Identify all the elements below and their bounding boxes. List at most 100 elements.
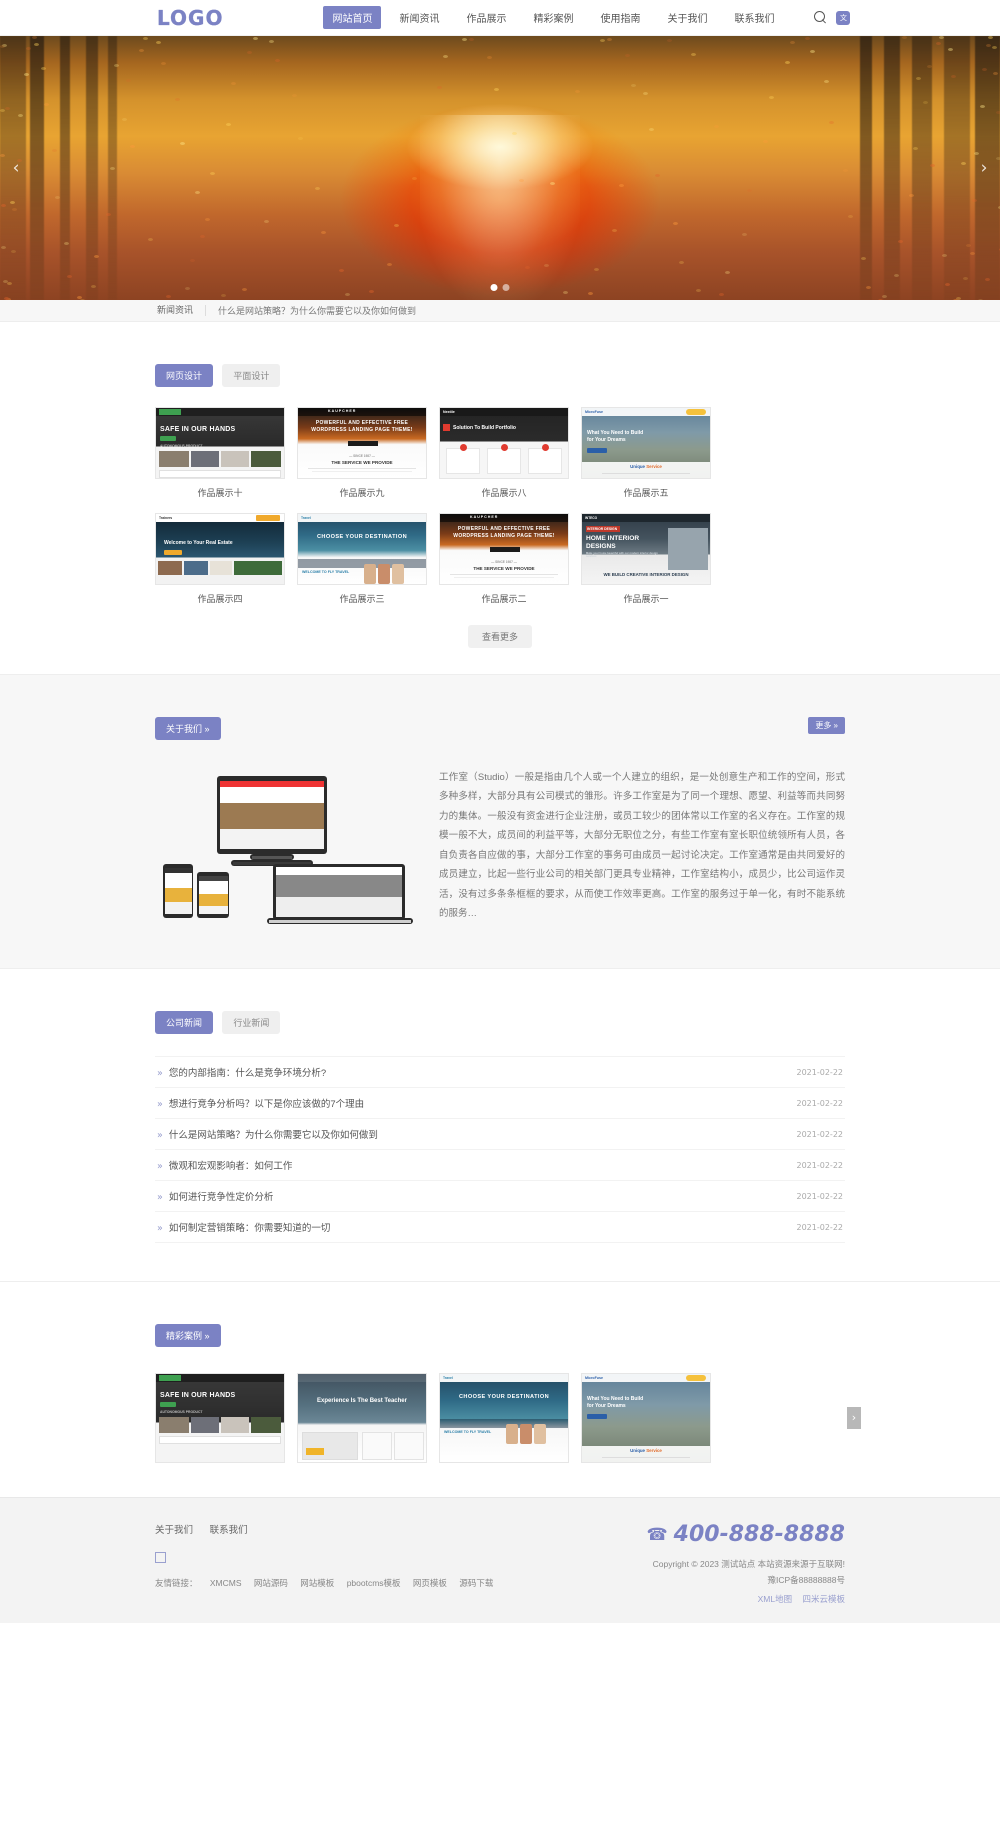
portfolio-caption: 作品展示二 bbox=[481, 594, 527, 604]
news-item-title[interactable]: » 什么是网站策略？为什么你需要它以及你如何做到 bbox=[157, 1127, 378, 1141]
hero-next-arrow[interactable]: › bbox=[974, 153, 994, 183]
ticker-headline-link[interactable]: 什么是网站策略？为什么你需要它以及你如何做到 bbox=[218, 304, 416, 317]
friend-link-5[interactable]: 源码下载 bbox=[459, 1578, 493, 1588]
portfolio-caption: 作品展示一 bbox=[623, 594, 669, 604]
nav-item-news[interactable]: 新闻资讯 bbox=[390, 6, 448, 29]
laptop-base bbox=[267, 918, 413, 924]
tab-company-news[interactable]: 公司新闻 bbox=[155, 1011, 214, 1034]
nav-item-about[interactable]: 关于我们 bbox=[658, 6, 716, 29]
news-list: » 您的内部指南：什么是竞争环境分析? 2021-02-22» 想进行竞争分析吗？以… bbox=[155, 1056, 845, 1243]
portfolio-thumbnail[interactable]: SAFE IN OUR HANDS AUTONOMOUS PRODUCT bbox=[155, 407, 285, 479]
friend-link-3[interactable]: pbootcms模板 bbox=[347, 1578, 401, 1588]
news-item-date: 2021-02-22 bbox=[796, 1191, 844, 1201]
portfolio-caption: 作品展示八 bbox=[481, 488, 527, 498]
hero-slider[interactable]: ‹ › bbox=[0, 36, 1000, 300]
portfolio-card[interactable]: INTECO INTERIOR DESIGN HOME INTERIOR DES… bbox=[581, 513, 711, 619]
news-item-title[interactable]: » 您的内部指南：什么是竞争环境分析? bbox=[157, 1065, 326, 1079]
footer-link-template-vendor[interactable]: 四米云模板 bbox=[802, 1594, 845, 1604]
news-item-title[interactable]: » 想进行竞争分析吗？以下是你应该做的7个理由 bbox=[157, 1096, 364, 1110]
hero-prev-arrow[interactable]: ‹ bbox=[6, 153, 26, 183]
friend-links-label: 友情链接： bbox=[155, 1578, 198, 1588]
about-paragraph: 工作室（Studio）一般是指由几个人或一个人建立的组织，是一处创意生产和工作的… bbox=[439, 772, 845, 920]
footer-phone-number: 400-888-8888 bbox=[673, 1522, 845, 1547]
friend-link-0[interactable]: XMCMS bbox=[210, 1578, 242, 1588]
portfolio-thumbnail[interactable]: KAUPCHER POWERFUL AND EFFECTIVE FREE WOR… bbox=[297, 407, 427, 479]
cases-section: 精彩案例 » SAFE IN OUR HANDS AUTONOMOUS PROD… bbox=[0, 1281, 1000, 1497]
news-item-title[interactable]: » 微观和宏观影响者：如何工作 bbox=[157, 1158, 292, 1172]
news-item-title[interactable]: » 如何制定营销策略：你需要知道的一切 bbox=[157, 1220, 330, 1234]
case-card[interactable]: SAFE IN OUR HANDS AUTONOMOUS PRODUCT bbox=[155, 1373, 285, 1463]
tab-graphic-design[interactable]: 平面设计 bbox=[222, 364, 281, 387]
cases-next-arrow[interactable]: › bbox=[847, 1407, 861, 1429]
bullet-icon: » bbox=[157, 1099, 163, 1110]
friend-link-1[interactable]: 网站源码 bbox=[254, 1578, 288, 1588]
bullet-icon: » bbox=[157, 1192, 163, 1203]
bullet-icon: » bbox=[157, 1068, 163, 1079]
news-list-item[interactable]: » 什么是网站策略？为什么你需要它以及你如何做到 2021-02-22 bbox=[155, 1119, 845, 1150]
hero-dot-1[interactable] bbox=[490, 284, 498, 291]
about-devices-image bbox=[155, 768, 413, 928]
language-badge[interactable]: 文 bbox=[836, 10, 851, 25]
footer-copyright: Copyright © 2023 测试站点 本站资源来源于互联网! 豫ICP备8… bbox=[646, 1556, 845, 1588]
search-icon[interactable] bbox=[814, 11, 827, 24]
portfolio-card[interactable]: Travel CHOOSE YOUR DESTINATION WELCOME T… bbox=[297, 513, 427, 619]
friend-link-2[interactable]: 网站模板 bbox=[300, 1578, 334, 1588]
bullet-icon: » bbox=[157, 1161, 163, 1172]
footer-link-about[interactable]: 关于我们 bbox=[155, 1525, 193, 1536]
footer-link-contact[interactable]: 联系我们 bbox=[210, 1525, 248, 1536]
portfolio-thumbnail[interactable]: Trainers Welcome to Your Real Estate bbox=[155, 513, 285, 585]
laptop-mock bbox=[273, 864, 405, 920]
portfolio-thumbnail[interactable]: Travel CHOOSE YOUR DESTINATION WELCOME T… bbox=[297, 513, 427, 585]
case-card[interactable]: Travel CHOOSE YOUR DESTINATION WELCOME T… bbox=[439, 1373, 569, 1463]
tablet-mock bbox=[197, 872, 229, 918]
icp-text[interactable]: 豫ICP备88888888号 bbox=[768, 1575, 846, 1585]
nav-item-portfolio[interactable]: 作品展示 bbox=[457, 6, 515, 29]
portfolio-thumbnail[interactable]: Nextile Solution To Build Portfolio bbox=[439, 407, 569, 479]
portfolio-card[interactable]: MicroFuse What You Need to Build for You… bbox=[581, 407, 711, 513]
copyright-text: Copyright © 2023 测试站点 本站资源来源于互联网! bbox=[652, 1559, 845, 1569]
qr-code-icon bbox=[155, 1552, 166, 1563]
about-more-link[interactable]: 更多 » bbox=[808, 717, 845, 734]
nav-item-cases[interactable]: 精彩案例 bbox=[524, 6, 582, 29]
cases-title-pill[interactable]: 精彩案例 » bbox=[155, 1324, 221, 1347]
portfolio-card[interactable]: Nextile Solution To Build Portfolio 作品展示… bbox=[439, 407, 569, 513]
news-item-date: 2021-02-22 bbox=[796, 1067, 844, 1077]
news-list-item[interactable]: » 如何进行竞争性定价分析 2021-02-22 bbox=[155, 1181, 845, 1212]
portfolio-caption: 作品展示九 bbox=[339, 488, 385, 498]
news-list-item[interactable]: » 您的内部指南：什么是竞争环境分析? 2021-02-22 bbox=[155, 1056, 845, 1088]
portfolio-view-more-wrap: 查看更多 bbox=[155, 625, 845, 648]
portfolio-grid: SAFE IN OUR HANDS AUTONOMOUS PRODUCT 作品展… bbox=[155, 407, 845, 619]
portfolio-caption: 作品展示十 bbox=[197, 488, 243, 498]
hero-pagination-dots bbox=[490, 284, 510, 291]
portfolio-caption: 作品展示四 bbox=[197, 594, 243, 604]
about-title-pill[interactable]: 关于我们 » bbox=[155, 717, 221, 740]
bullet-icon: » bbox=[157, 1130, 163, 1141]
footer-link-xml-sitemap[interactable]: XML地图 bbox=[758, 1594, 792, 1604]
news-item-title[interactable]: » 如何进行竞争性定价分析 bbox=[157, 1189, 273, 1203]
view-more-button[interactable]: 查看更多 bbox=[467, 625, 532, 648]
tab-industry-news[interactable]: 行业新闻 bbox=[222, 1011, 281, 1034]
portfolio-card[interactable]: KAUPCHER POWERFUL AND EFFECTIVE FREE WOR… bbox=[297, 407, 427, 513]
portfolio-card[interactable]: Trainers Welcome to Your Real Estate 作品展… bbox=[155, 513, 285, 619]
case-card[interactable]: MicroFuse What You Need to Build for You… bbox=[581, 1373, 711, 1463]
site-logo[interactable]: LOGO bbox=[157, 5, 223, 29]
news-list-item[interactable]: » 微观和宏观影响者：如何工作 2021-02-22 bbox=[155, 1150, 845, 1181]
nav-item-contact[interactable]: 联系我们 bbox=[725, 6, 783, 29]
portfolio-card[interactable]: KAUPCHER POWERFUL AND EFFECTIVE FREE WOR… bbox=[439, 513, 569, 619]
portfolio-thumbnail[interactable]: KAUPCHER POWERFUL AND EFFECTIVE FREE WOR… bbox=[439, 513, 569, 585]
case-card[interactable]: Experience Is The Best Teacher bbox=[297, 1373, 427, 1463]
news-list-item[interactable]: » 想进行竞争分析吗？以下是你应该做的7个理由 2021-02-22 bbox=[155, 1088, 845, 1119]
tab-web-design[interactable]: 网页设计 bbox=[155, 364, 214, 387]
main-navigation: 网站首页 新闻资讯 作品展示 精彩案例 使用指南 关于我们 联系我们 bbox=[323, 6, 792, 29]
nav-item-guide[interactable]: 使用指南 bbox=[591, 6, 649, 29]
footer-links: 关于我们 联系我们 bbox=[155, 1522, 503, 1536]
portfolio-thumbnail[interactable]: INTECO INTERIOR DESIGN HOME INTERIOR DES… bbox=[581, 513, 711, 585]
friend-link-4[interactable]: 网页模板 bbox=[413, 1578, 447, 1588]
nav-item-home[interactable]: 网站首页 bbox=[323, 6, 382, 29]
portfolio-thumbnail[interactable]: MicroFuse What You Need to Build for You… bbox=[581, 407, 711, 479]
news-list-item[interactable]: » 如何制定营销策略：你需要知道的一切 2021-02-22 bbox=[155, 1212, 845, 1243]
portfolio-caption: 作品展示五 bbox=[623, 488, 669, 498]
hero-dot-2[interactable] bbox=[502, 284, 510, 291]
footer-bottom-links: XML地图 四米云模板 bbox=[646, 1593, 845, 1605]
portfolio-card[interactable]: SAFE IN OUR HANDS AUTONOMOUS PRODUCT 作品展… bbox=[155, 407, 285, 513]
